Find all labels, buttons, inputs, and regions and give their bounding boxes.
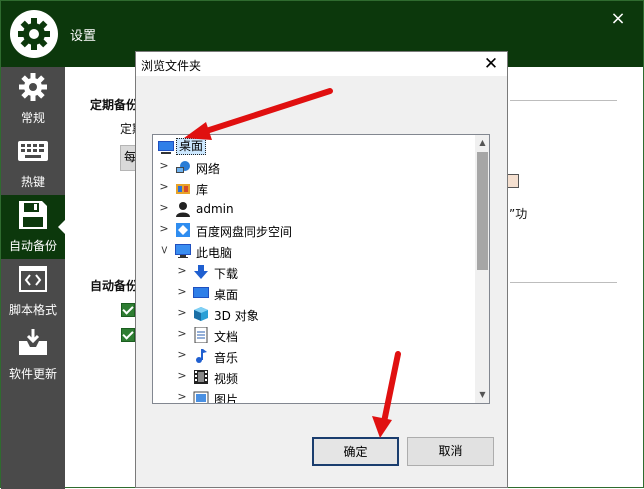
tree-item-label: 视频 [214,372,239,386]
tree-item-label: 下载 [214,267,239,281]
auto-backup-checkbox-1[interactable] [121,303,135,317]
tree-item-network[interactable]: > 网络 [153,157,475,177]
3d-object-icon [194,307,208,321]
auto-backup-title: 自动备份 [90,279,139,293]
sidebar-item-label: 软件更新 [8,367,57,381]
app-gear-icon [9,9,59,59]
sidebar-item-auto-backup[interactable]: 自动备份 [1,195,66,259]
tree-item-label: 百度网盘同步空间 [196,225,293,239]
film-icon [194,370,208,384]
tree-item-label: 库 [196,183,209,197]
download-arrow-icon [194,265,208,279]
music-note-icon [196,349,207,363]
cancel-button[interactable]: 取消 [407,437,494,466]
scrollbar-thumb[interactable] [477,152,488,270]
library-icon [176,184,190,194]
network-icon [176,161,190,173]
dialog-title: 浏览文件夹 [141,59,202,73]
tree-item-videos[interactable]: > 视频 [153,367,475,387]
option-text-fragment: ”功 [509,207,528,221]
chevron-right-icon[interactable]: > [177,328,187,340]
scroll-up-icon[interactable]: ▲ [475,135,489,151]
ok-button[interactable]: 确定 [312,437,399,466]
sidebar-item-label: 脚本格式 [8,303,57,317]
tree-item-label: admin [196,202,234,216]
sidebar: 常规 热键 自动备份 脚本格式 软件更新 [1,67,66,489]
tree-item-label: 桌面 [214,288,239,302]
tree-item-baidu-sync[interactable]: > 百度网盘同步空间 [153,220,475,240]
desktop-icon [158,141,174,154]
computer-icon [175,244,191,258]
tree-item-label: 文档 [214,330,239,344]
floppy-disk-icon [19,201,47,229]
tree-item-label: 3D 对象 [214,309,259,323]
baidu-cloud-icon [176,223,190,237]
keyboard-icon [18,141,48,161]
tree-item-label: 图片 [214,393,239,404]
chevron-right-icon[interactable]: > [177,286,187,298]
sidebar-item-label: 常规 [20,111,45,125]
tree-item-library[interactable]: > 库 [153,178,475,198]
tree-item-label: 音乐 [214,351,239,365]
chevron-right-icon[interactable]: > [177,349,187,361]
divider [510,282,617,283]
dialog-title-bar: 浏览文件夹 ✕ [136,52,507,76]
chevron-right-icon[interactable]: > [177,307,187,319]
chevron-right-icon[interactable]: > [159,160,169,172]
download-tray-icon [19,329,47,355]
auto-backup-checkbox-2[interactable] [121,328,135,342]
user-icon [176,202,190,217]
tree-item-downloads[interactable]: > 下载 [153,262,475,282]
scheduled-backup-title: 定期备份 [90,98,139,112]
desktop-icon [193,287,209,298]
tree-item-documents[interactable]: > 文档 [153,325,475,345]
folder-tree: 桌面 > 网络 > 库 > admin > 百度网盘同步空间 > 此电脑 > 下… [152,134,490,404]
chevron-right-icon[interactable]: > [159,202,169,214]
tree-item-3d-objects[interactable]: > 3D 对象 [153,304,475,324]
chevron-right-icon[interactable]: > [177,370,187,382]
chevron-down-icon[interactable]: > [158,245,171,255]
tree-item-admin[interactable]: > admin [153,199,475,219]
sidebar-item-label: 自动备份 [8,239,57,253]
tree-item-desktop[interactable]: > 桌面 [153,283,475,303]
sidebar-item-hotkeys[interactable]: 热键 [1,131,65,195]
tree-item-desktop-root[interactable]: 桌面 [153,137,475,157]
sidebar-item-general[interactable]: 常规 [1,67,65,131]
tree-item-label: 此电脑 [196,246,233,260]
browse-folder-dialog: 浏览文件夹 ✕ 桌面 > 网络 > 库 > admin > 百度网盘同步空间 >… [135,51,508,488]
tree-item-music[interactable]: > 音乐 [153,346,475,366]
tree-item-label: 桌面 [176,138,207,155]
sidebar-item-script-format[interactable]: 脚本格式 [1,259,65,323]
tree-item-pictures[interactable]: > 图片 [153,388,475,404]
sidebar-item-label: 热键 [20,175,45,189]
gear-icon [19,73,47,101]
chevron-right-icon[interactable]: > [159,223,169,235]
document-icon [194,327,208,343]
tree-item-label: 网络 [196,162,221,176]
chevron-right-icon[interactable]: > [177,265,187,277]
scroll-down-icon[interactable]: ▼ [475,387,489,403]
tree-item-this-pc[interactable]: > 此电脑 [153,241,475,261]
tree-scrollbar[interactable]: ▲ ▼ [475,135,489,403]
dialog-close-button[interactable]: ✕ [480,53,502,75]
picture-icon [193,391,209,403]
app-title: 设置 [70,29,97,44]
app-close-button[interactable]: × [608,9,628,29]
chevron-right-icon[interactable]: > [159,181,169,193]
sidebar-item-software-update[interactable]: 软件更新 [1,323,65,387]
divider [510,100,617,101]
code-window-icon [19,266,47,292]
chevron-right-icon[interactable]: > [177,391,187,403]
